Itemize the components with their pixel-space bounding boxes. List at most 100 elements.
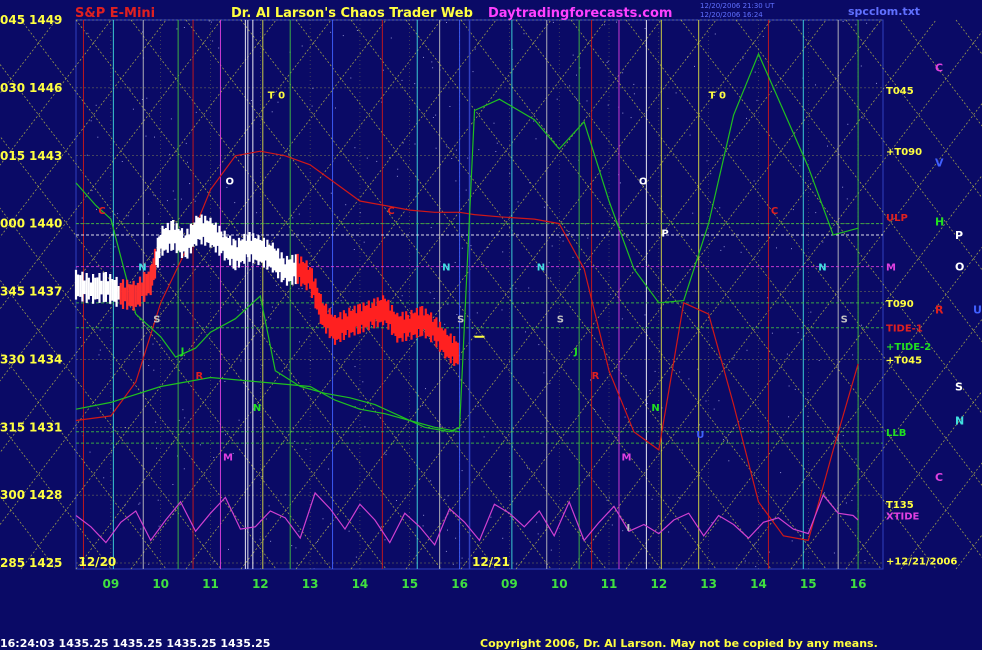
star [97, 136, 99, 138]
star [305, 448, 307, 450]
star [710, 173, 712, 175]
star [184, 417, 186, 419]
y-tick-code: 000 [0, 217, 25, 231]
star [234, 202, 236, 204]
star [224, 381, 226, 382]
star [629, 424, 631, 426]
star [146, 97, 148, 99]
star [291, 545, 293, 547]
star [644, 314, 646, 316]
timestamp-2: 12/20/2006 16:24 [700, 11, 763, 19]
star [425, 388, 426, 390]
star [237, 309, 239, 311]
marker-label: N [253, 403, 261, 414]
star [86, 154, 88, 156]
star [355, 556, 357, 558]
star [626, 408, 627, 410]
star [692, 212, 694, 214]
star [259, 538, 261, 540]
star [827, 145, 828, 147]
x-tick-label: 11 [202, 577, 219, 591]
star [713, 408, 715, 410]
star [213, 561, 215, 563]
y-tick-value: 1446 [29, 81, 62, 95]
star [114, 246, 116, 248]
day-label: 12/21 [472, 555, 510, 569]
star [390, 37, 392, 39]
star [155, 421, 157, 423]
star [502, 251, 504, 253]
star [568, 231, 570, 232]
star [240, 360, 242, 362]
star [621, 318, 623, 320]
y-tick-code: 345 [0, 285, 25, 299]
star [340, 300, 342, 302]
star [182, 409, 184, 411]
star [535, 138, 537, 140]
star [271, 111, 273, 113]
star [590, 551, 592, 553]
star [414, 143, 416, 145]
x-tick-label: 12 [650, 577, 667, 591]
star [173, 263, 175, 265]
star [188, 432, 190, 434]
y-tick-code: 330 [0, 352, 25, 366]
marker-label: C [771, 206, 778, 217]
star [139, 502, 141, 504]
star [742, 57, 744, 59]
marker-label: J [573, 346, 578, 357]
star [350, 77, 352, 79]
star [265, 518, 267, 520]
star [319, 232, 321, 234]
star [572, 54, 574, 56]
star [382, 69, 384, 71]
star [99, 329, 101, 331]
star [345, 204, 347, 206]
star [401, 295, 403, 297]
site-url[interactable]: Daytradingforecasts.com [488, 6, 672, 21]
star [722, 439, 724, 441]
star [788, 416, 790, 418]
star [166, 200, 168, 202]
star [270, 318, 272, 320]
star [667, 107, 669, 109]
star [414, 83, 416, 85]
star [455, 537, 457, 539]
star [429, 292, 431, 294]
star [791, 248, 792, 250]
y-tick-value: 1443 [29, 149, 62, 163]
day-label: 12/20 [78, 555, 116, 569]
star [172, 190, 174, 192]
x-tick-label: 12 [252, 577, 269, 591]
star [855, 24, 857, 26]
data-file-name: spcclom.txt [848, 5, 920, 18]
star [99, 349, 101, 351]
star [430, 227, 432, 229]
star [402, 142, 404, 144]
star [723, 246, 725, 248]
star [451, 158, 453, 159]
marker-label: N [442, 263, 450, 274]
star [397, 168, 399, 170]
y-tick-code: 300 [0, 488, 25, 502]
star [786, 353, 788, 355]
marker-label: C [98, 206, 105, 217]
star [299, 341, 300, 343]
right-level-label: T090 [886, 299, 914, 310]
star [753, 180, 755, 182]
star [455, 180, 457, 182]
star [714, 33, 716, 35]
x-tick-label: 15 [800, 577, 817, 591]
right-level-label: LLB [886, 428, 906, 439]
star [694, 65, 695, 67]
star [824, 492, 825, 494]
star [678, 497, 680, 498]
star [322, 518, 324, 520]
marker-label: S [841, 315, 848, 326]
star [540, 432, 542, 434]
star [815, 84, 816, 86]
y-tick-value: 1428 [29, 488, 62, 502]
star [455, 149, 457, 151]
star [607, 60, 609, 62]
star [172, 484, 174, 485]
